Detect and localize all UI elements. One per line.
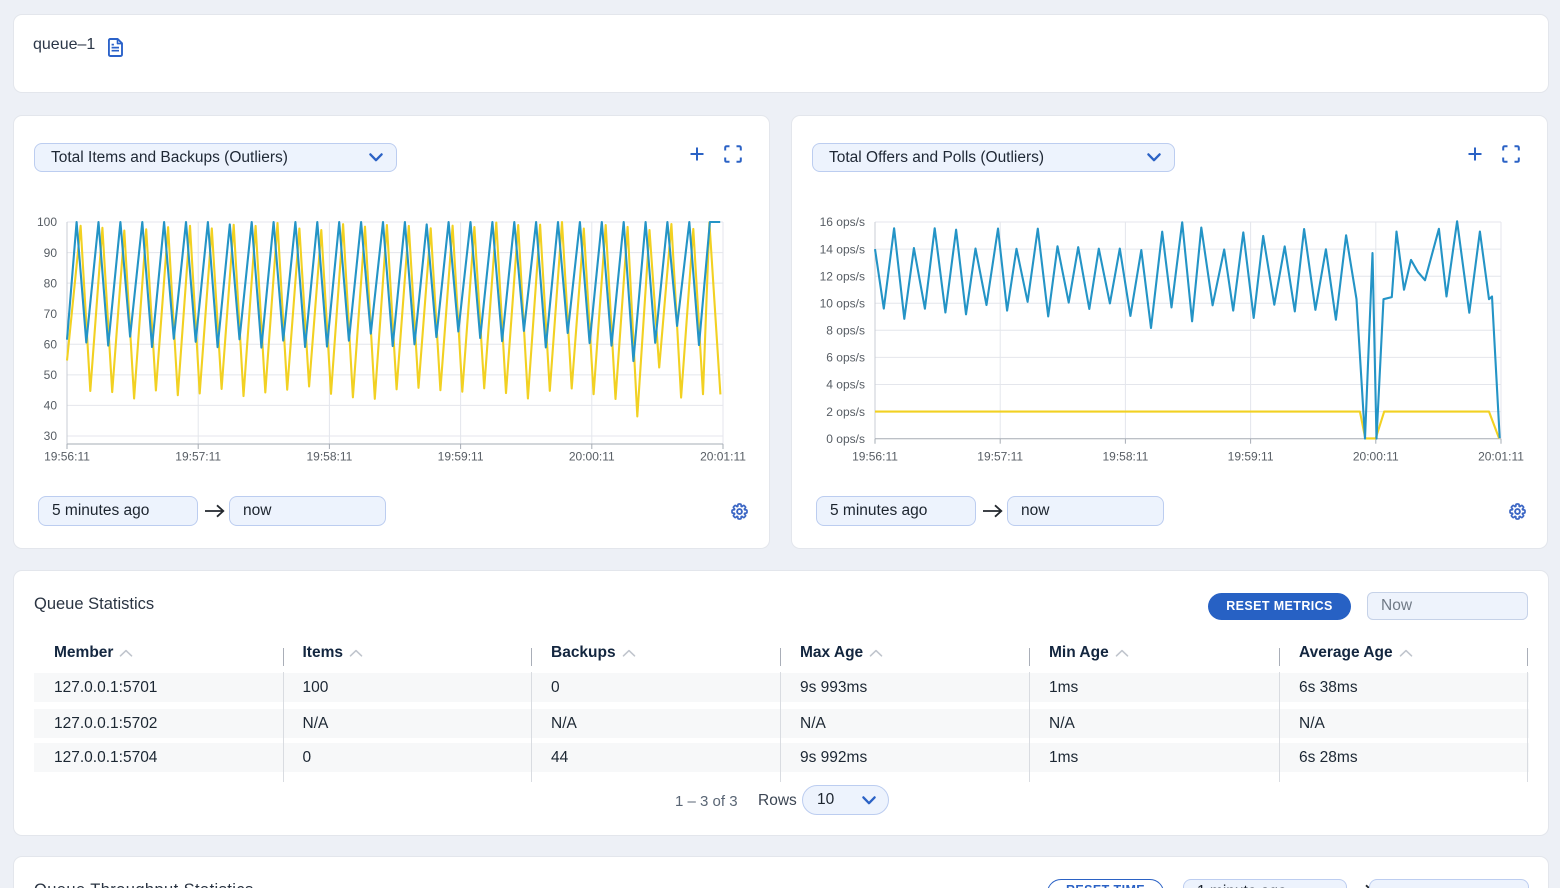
- svg-text:100: 100: [37, 215, 57, 229]
- svg-text:60: 60: [44, 338, 58, 352]
- svg-text:20:01:11: 20:01:11: [700, 450, 746, 464]
- svg-text:19:59:11: 19:59:11: [1228, 450, 1274, 464]
- svg-text:8 ops/s: 8 ops/s: [826, 324, 865, 338]
- svg-text:4 ops/s: 4 ops/s: [826, 378, 865, 392]
- svg-text:19:58:11: 19:58:11: [306, 450, 352, 464]
- svg-text:19:58:11: 19:58:11: [1102, 450, 1148, 464]
- svg-text:20:00:11: 20:00:11: [569, 450, 615, 464]
- svg-text:19:56:11: 19:56:11: [44, 450, 90, 464]
- svg-text:70: 70: [44, 307, 58, 321]
- svg-text:12 ops/s: 12 ops/s: [820, 269, 865, 283]
- svg-text:19:57:11: 19:57:11: [977, 450, 1023, 464]
- svg-text:2 ops/s: 2 ops/s: [826, 405, 865, 419]
- svg-text:80: 80: [44, 276, 58, 290]
- svg-text:10 ops/s: 10 ops/s: [820, 296, 865, 310]
- svg-text:30: 30: [44, 429, 58, 443]
- svg-text:19:57:11: 19:57:11: [175, 450, 221, 464]
- svg-text:19:56:11: 19:56:11: [852, 450, 898, 464]
- svg-text:20:00:11: 20:00:11: [1353, 450, 1399, 464]
- svg-text:19:59:11: 19:59:11: [438, 450, 484, 464]
- svg-text:20:01:11: 20:01:11: [1478, 450, 1524, 464]
- svg-text:40: 40: [44, 399, 58, 413]
- svg-text:14 ops/s: 14 ops/s: [820, 242, 865, 256]
- svg-text:50: 50: [44, 368, 58, 382]
- svg-text:90: 90: [44, 246, 58, 260]
- svg-text:6 ops/s: 6 ops/s: [826, 351, 865, 365]
- svg-text:0 ops/s: 0 ops/s: [826, 432, 865, 446]
- svg-text:16 ops/s: 16 ops/s: [820, 215, 865, 229]
